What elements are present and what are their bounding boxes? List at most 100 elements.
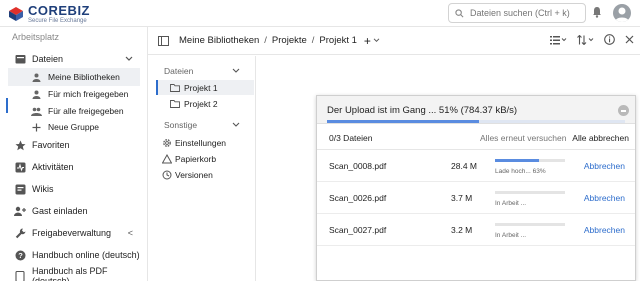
tree-folder-projekt-1[interactable]: Projekt 1 xyxy=(156,80,254,95)
sidebar-item-label: Handbuch online (deutsch) xyxy=(32,250,140,260)
upload-progress-fill xyxy=(495,159,540,162)
sidebar-item-label: Für mich freigegeben xyxy=(48,89,129,99)
upload-file-size: 28.4 M xyxy=(451,161,477,171)
logo-mark-icon xyxy=(9,7,23,21)
user-icon xyxy=(30,88,42,100)
sidebar-item-label: Handbuch als PDF (deutsch) xyxy=(31,266,108,281)
trash-icon xyxy=(162,153,172,163)
sidebar-item-share-management[interactable]: Freigabeverwaltung < xyxy=(0,224,147,242)
app: COREBIZ Secure File Exchange Arbeitsplat… xyxy=(0,0,640,281)
upload-status: In Arbeit ... xyxy=(495,200,527,207)
upload-summary: 0/3 Dateien Alles erneut versuchen Alle … xyxy=(317,124,635,150)
sidebar-item-label: Freigabeverwaltung xyxy=(32,228,112,238)
close-icon[interactable] xyxy=(625,35,634,44)
upload-row: Scan_0026.pdf 3.7 M In Arbeit ... Abbrec… xyxy=(317,182,635,214)
bell-icon[interactable] xyxy=(592,6,602,18)
sidebar-item-favorites[interactable]: Favoriten xyxy=(0,136,147,154)
upload-progress-bar xyxy=(495,223,565,226)
folder-icon xyxy=(170,99,180,108)
search-input[interactable] xyxy=(470,8,580,18)
sidebar-item-shared-with-me[interactable]: Für mich freigegeben xyxy=(0,85,147,103)
folder-icon xyxy=(14,53,26,65)
left-sidebar: Arbeitsplatz Dateien Meine Bibliotheken … xyxy=(0,27,148,281)
upload-panel: Der Upload ist im Gang ... 51% (784.37 k… xyxy=(316,95,636,281)
upload-title: Der Upload ist im Gang ... 51% (784.37 k… xyxy=(327,105,518,116)
logo[interactable]: COREBIZ Secure File Exchange xyxy=(8,4,90,24)
tree-item-trash[interactable]: Papierkorb xyxy=(162,151,260,166)
sidebar-item-manual-online[interactable]: ? Handbuch online (deutsch) xyxy=(0,246,147,264)
upload-status: Lade hoch... 63% xyxy=(495,168,546,175)
sidebar-item-my-libraries[interactable]: Meine Bibliotheken xyxy=(8,68,140,86)
cancel-upload-button[interactable]: Abbrechen xyxy=(584,193,625,203)
upload-progress-bar xyxy=(495,159,565,162)
breadcrumb-projects[interactable]: Projekte xyxy=(272,35,307,46)
tree-folder-projekt-2[interactable]: Projekt 2 xyxy=(156,96,254,111)
cancel-upload-button[interactable]: Abbrechen xyxy=(584,225,625,235)
breadcrumb-current: Projekt 1 xyxy=(319,35,357,46)
sort-icon[interactable] xyxy=(577,34,594,45)
upload-count: 0/3 Dateien xyxy=(329,133,373,143)
upload-file-name: Scan_0026.pdf xyxy=(329,193,387,203)
sidebar-item-files[interactable]: Dateien xyxy=(0,50,147,68)
top-bar: COREBIZ Secure File Exchange xyxy=(0,0,640,27)
folder-icon xyxy=(170,83,180,92)
activity-icon xyxy=(14,161,26,173)
chevron-down-icon[interactable] xyxy=(232,68,240,74)
tree-item-versions[interactable]: Versionen xyxy=(162,167,260,182)
list-view-icon[interactable] xyxy=(550,35,567,45)
brand-name: COREBIZ xyxy=(28,3,90,18)
user-icon xyxy=(30,71,42,83)
chevron-down-icon xyxy=(125,56,133,61)
upload-status: In Arbeit ... xyxy=(495,232,527,239)
sidebar-item-label: Neue Gruppe xyxy=(48,122,100,132)
sidebar-item-invite-guest[interactable]: Gast einladen xyxy=(0,202,147,220)
book-icon xyxy=(14,270,26,281)
sidebar-item-new-group[interactable]: Neue Gruppe xyxy=(0,118,147,136)
tree-files-title: Dateien xyxy=(164,66,194,76)
sidebar-toggle-icon[interactable] xyxy=(158,35,169,46)
search-icon xyxy=(455,8,464,17)
star-icon xyxy=(14,139,26,151)
wrench-icon xyxy=(14,227,26,239)
sidebar-item-label: Für alle freigegeben xyxy=(48,106,124,116)
breadcrumb: Meine Bibliotheken / Projekte / Projekt … xyxy=(179,34,380,48)
tree-item-settings[interactable]: Einstellungen xyxy=(162,135,260,150)
overall-progress-fill xyxy=(327,120,479,123)
upload-file-name: Scan_0008.pdf xyxy=(329,161,387,171)
upload-row: Scan_0008.pdf 28.4 M Lade hoch... 63% Ab… xyxy=(317,150,635,182)
svg-text:?: ? xyxy=(18,251,23,260)
sidebar-item-activities[interactable]: Aktivitäten xyxy=(0,158,147,176)
brand-tagline: Secure File Exchange xyxy=(28,18,87,24)
folder-tree: Dateien Projekt 1 Projekt 2 Sonstige Ein… xyxy=(148,56,256,281)
add-button[interactable]: + xyxy=(364,34,371,48)
chevron-down-icon[interactable] xyxy=(373,38,380,43)
cancel-upload-button[interactable]: Abbrechen xyxy=(584,161,625,171)
upload-file-name: Scan_0027.pdf xyxy=(329,225,387,235)
avatar[interactable] xyxy=(613,4,631,22)
sidebar-item-label: Favoriten xyxy=(32,140,70,150)
tree-item-label: Versionen xyxy=(175,169,213,180)
overall-progress-bar xyxy=(327,120,625,123)
retry-all-button[interactable]: Alles erneut versuchen xyxy=(480,133,566,143)
breadcrumb-my-libraries[interactable]: Meine Bibliotheken xyxy=(179,35,259,46)
tree-folder-label: Projekt 2 xyxy=(184,98,218,109)
plus-icon xyxy=(30,121,42,133)
upload-file-size: 3.7 M xyxy=(451,193,473,203)
history-icon xyxy=(162,170,172,179)
breadcrumb-separator: / xyxy=(311,35,315,46)
sidebar-section-title: Arbeitsplatz xyxy=(12,32,60,42)
sidebar-item-label: Wikis xyxy=(32,184,54,194)
minimize-icon[interactable] xyxy=(618,105,629,116)
wiki-icon xyxy=(14,183,26,195)
tree-item-label: Einstellungen xyxy=(175,137,227,148)
info-icon[interactable] xyxy=(604,34,615,45)
cancel-all-button[interactable]: Alle abbrechen xyxy=(572,133,629,143)
upload-progress-bar xyxy=(495,191,565,194)
sidebar-item-wikis[interactable]: Wikis xyxy=(0,180,147,198)
sidebar-item-manual-pdf[interactable]: Handbuch als PDF (deutsch) xyxy=(0,266,147,281)
chevron-down-icon[interactable] xyxy=(232,122,240,128)
gear-icon xyxy=(163,138,171,147)
sidebar-item-label: Aktivitäten xyxy=(32,162,74,172)
search-box[interactable] xyxy=(448,3,586,23)
breadcrumb-separator: / xyxy=(264,35,267,46)
